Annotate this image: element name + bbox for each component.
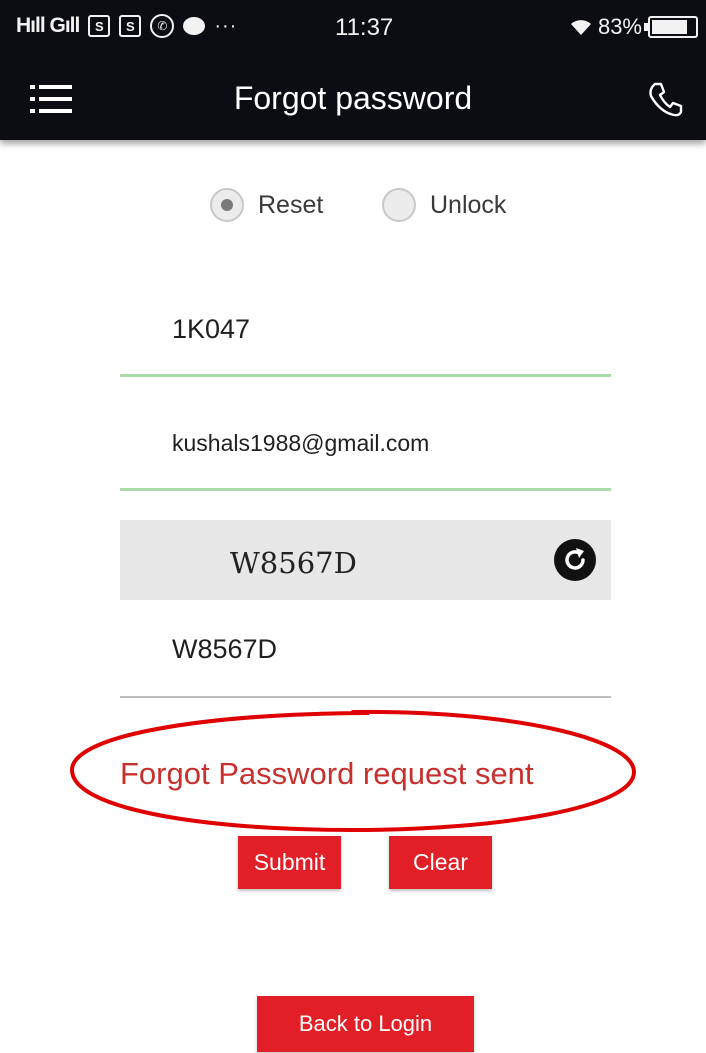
status-message: Forgot Password request sent (120, 756, 534, 791)
captcha-image: W8567D (120, 520, 611, 600)
signal-icon: Hıll Gıll (16, 14, 80, 37)
captcha-input-underline (120, 696, 611, 698)
user-id-field[interactable]: 1K047 (120, 300, 611, 378)
status-bar-right: 83% (570, 14, 698, 40)
phone-icon[interactable] (646, 80, 684, 118)
status-bar: Hıll Gıll S S ✆ ··· 11:37 83% (0, 0, 706, 58)
sim-icon: S (88, 15, 111, 37)
whatsapp-icon: ✆ (150, 14, 175, 38)
email-underline (120, 488, 611, 491)
refresh-icon[interactable] (553, 538, 597, 582)
page-title: Forgot password (233, 80, 473, 116)
radio-label-reset: Reset (258, 190, 324, 219)
radio-button-checked[interactable] (210, 188, 244, 222)
radio-reset[interactable]: Reset (210, 188, 323, 222)
email-value[interactable]: kushals1988@gmail.com (120, 416, 611, 457)
chat-icon (183, 17, 206, 35)
captcha-input-value[interactable]: W8567D (120, 620, 611, 665)
user-id-value[interactable]: 1K047 (120, 300, 611, 345)
captcha-text: W8567D (230, 546, 357, 580)
email-field[interactable]: kushals1988@gmail.com (120, 416, 611, 492)
sim-icon: S (119, 15, 142, 37)
captcha-input[interactable]: W8567D (120, 620, 611, 702)
wifi-icon (570, 20, 591, 35)
app-bar: Forgot password (0, 58, 706, 140)
mode-radio-group: Reset Unlock (0, 188, 706, 232)
radio-button-unchecked[interactable] (382, 188, 416, 222)
battery-percent: 83% (597, 14, 642, 39)
status-time: 11:37 (335, 14, 394, 41)
radio-unlock[interactable]: Unlock (382, 188, 506, 222)
back-to-login-button[interactable]: Back to Login (257, 996, 474, 1052)
radio-label-unlock: Unlock (430, 190, 507, 219)
status-bar-left: Hıll Gıll S S ✆ ··· (16, 14, 237, 38)
clear-button[interactable]: Clear (389, 836, 492, 889)
battery-icon (644, 16, 698, 38)
submit-button[interactable]: Submit (238, 836, 341, 889)
more-icon: ··· (214, 14, 238, 37)
user-id-underline (120, 374, 611, 377)
